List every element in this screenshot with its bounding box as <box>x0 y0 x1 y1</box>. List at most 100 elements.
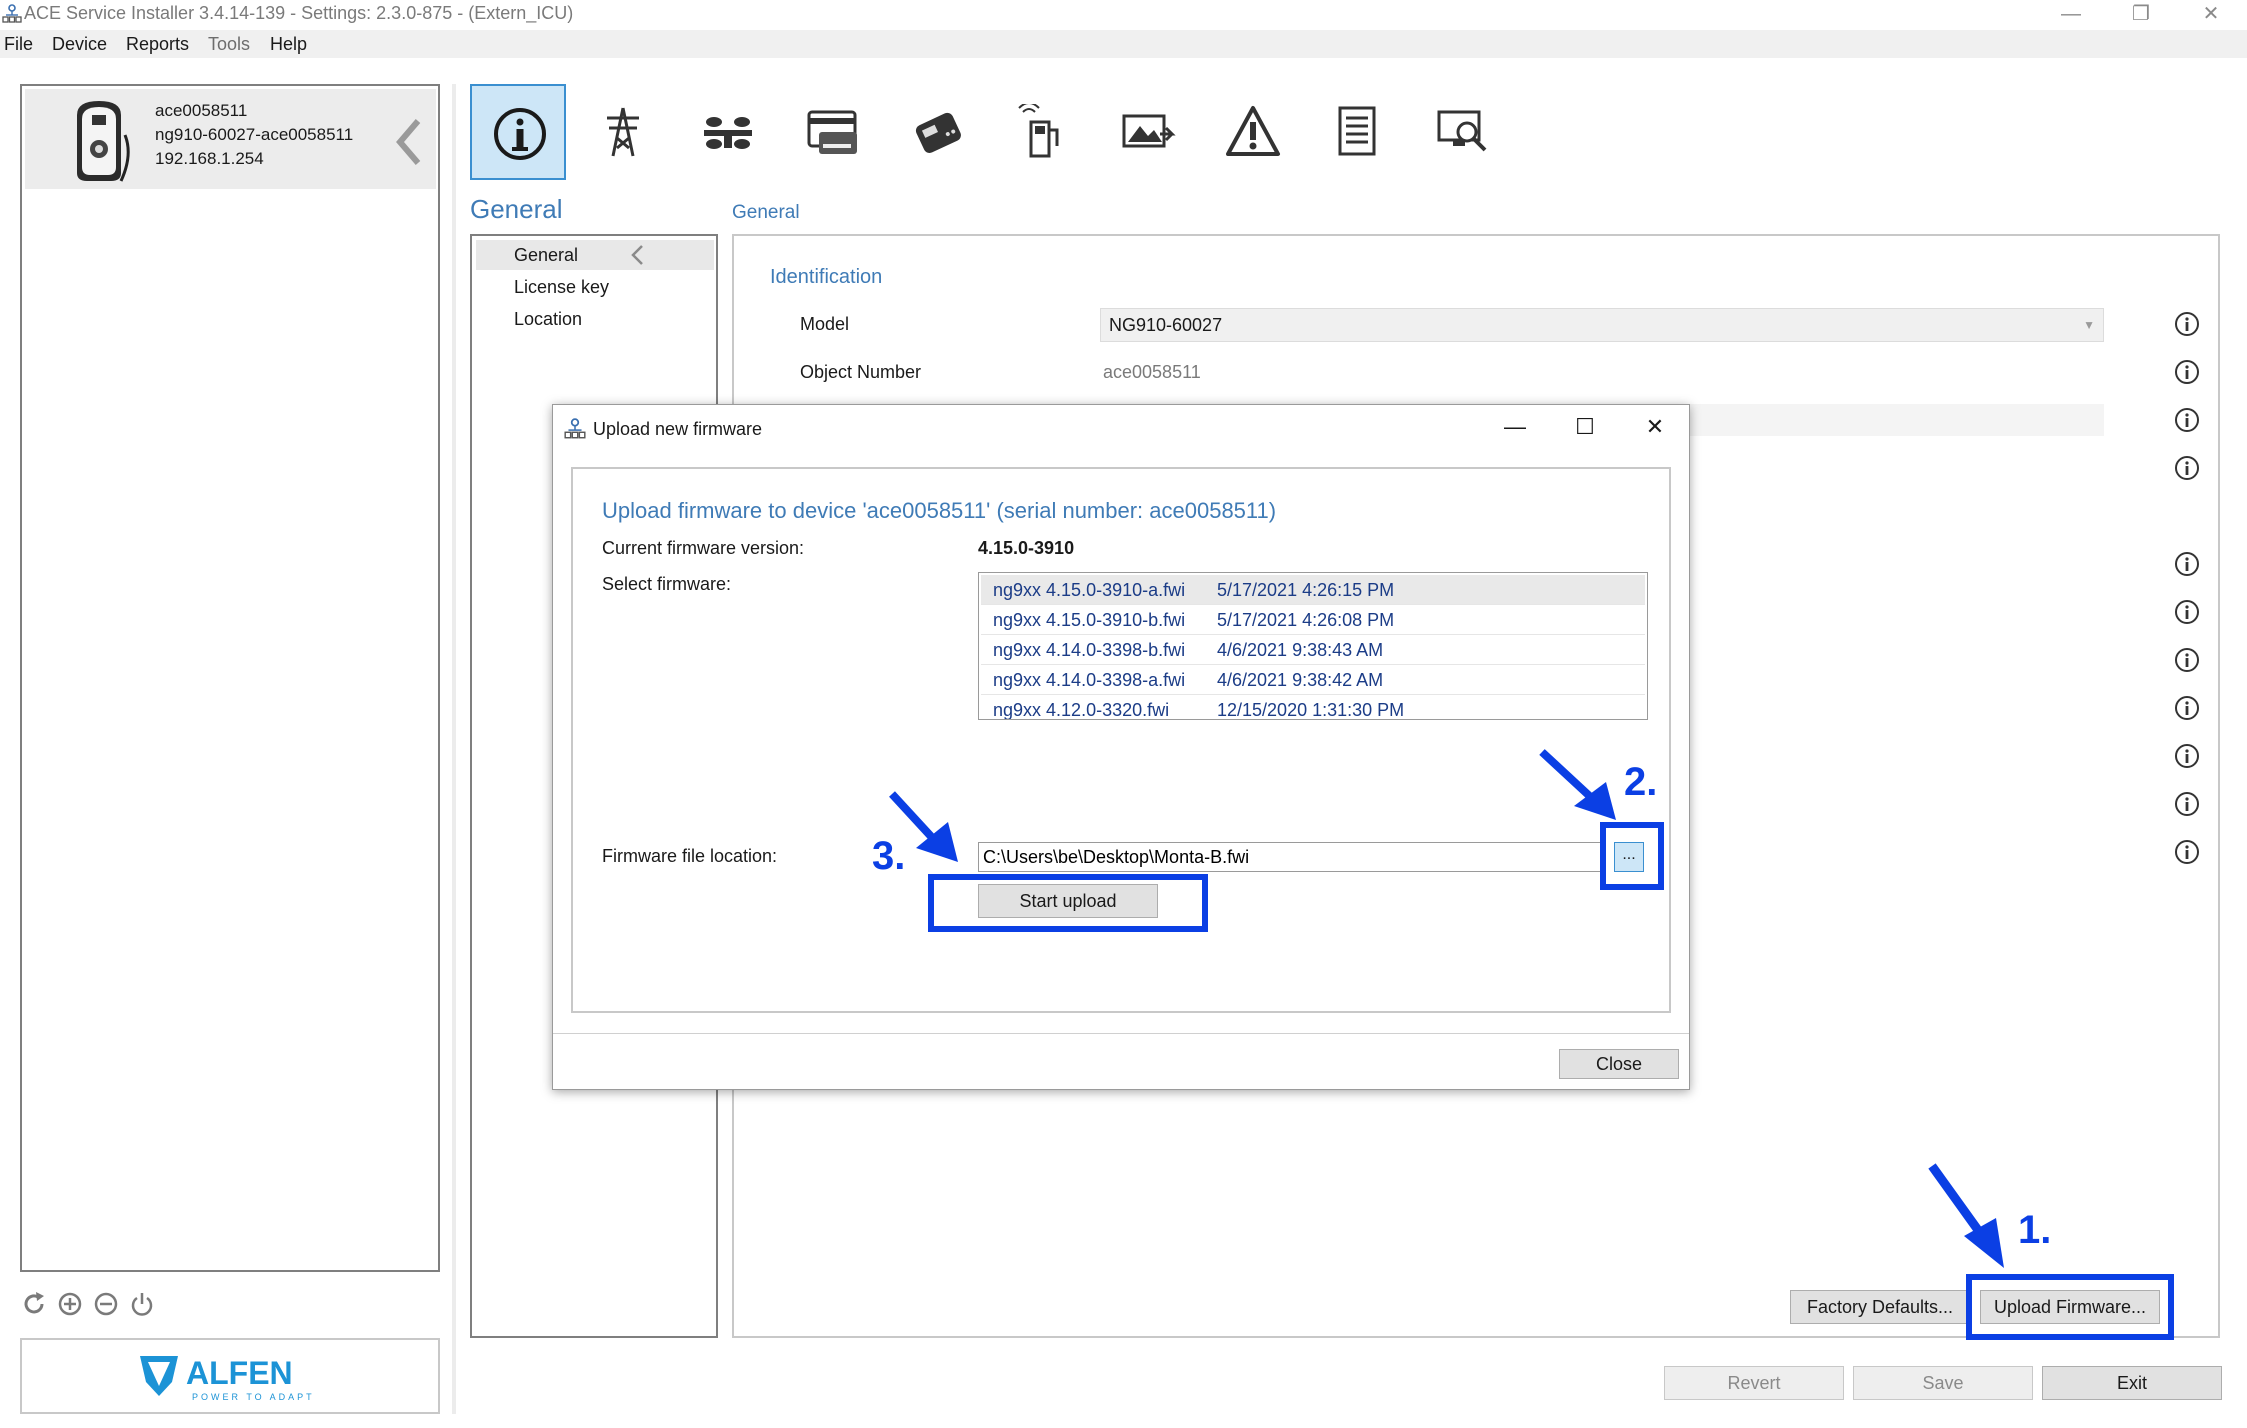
chevron-down-icon: ▼ <box>2083 318 2095 332</box>
tab-display[interactable] <box>1100 84 1196 180</box>
dialog-title: Upload new firmware <box>593 419 763 439</box>
card-reader-icon <box>915 112 961 153</box>
firmware-file-name: ng9xx 4.12.0-3320.fwi <box>993 700 1170 720</box>
firmware-list-item[interactable]: ng9xx 4.15.0-3910-b.fwi 5/17/2021 4:26:0… <box>981 605 1645 635</box>
payment-card-icon <box>807 110 857 154</box>
save-button[interactable]: Save <box>1853 1366 2033 1400</box>
dialog-heading: Upload firmware to device 'ace0058511' (… <box>602 498 1277 523</box>
revert-button[interactable]: Revert <box>1664 1366 1844 1400</box>
tab-general-info[interactable] <box>470 84 566 180</box>
tab-logs[interactable] <box>1310 84 1406 180</box>
panel-splitter[interactable] <box>452 84 456 1414</box>
nav-item-license-key[interactable]: License key <box>476 272 714 302</box>
diagnostics-icon <box>1437 110 1487 152</box>
object-number-value: ace0058511 <box>1103 362 1201 382</box>
collapse-panel-chevron-icon[interactable] <box>390 117 430 167</box>
firmware-file-date: 4/6/2021 9:38:42 AM <box>1217 670 1384 690</box>
firmware-location-input[interactable] <box>978 842 1604 872</box>
menu-file[interactable]: File <box>4 34 33 55</box>
document-icon <box>1338 106 1376 156</box>
info-icon <box>494 108 546 160</box>
field-info-icon[interactable] <box>2174 551 2200 577</box>
section-title: General <box>470 194 563 224</box>
device-id: ace0058511 <box>155 101 248 120</box>
field-info-icon[interactable] <box>2174 791 2200 817</box>
field-info-icon[interactable] <box>2174 455 2200 481</box>
menu-reports[interactable]: Reports <box>126 34 189 55</box>
dialog-minimize-button[interactable]: — <box>1495 413 1535 443</box>
window-close-button[interactable]: ✕ <box>2176 0 2246 30</box>
field-info-icon[interactable] <box>2174 839 2200 865</box>
field-info-icon[interactable] <box>2174 695 2200 721</box>
refresh-icon[interactable] <box>20 1290 48 1318</box>
firmware-list-item[interactable]: ng9xx 4.12.0-3320.fwi 12/15/2020 1:31:30… <box>981 695 1645 720</box>
dialog-maximize-button[interactable]: ☐ <box>1565 413 1605 443</box>
field-info-icon[interactable] <box>2174 647 2200 673</box>
tab-connectivity[interactable] <box>995 84 1091 180</box>
nav-item-location[interactable]: Location <box>476 304 714 334</box>
field-info-icon[interactable] <box>2174 311 2200 337</box>
exit-button[interactable]: Exit <box>2042 1366 2222 1400</box>
minimize-button[interactable]: — <box>2036 0 2106 30</box>
menu-tools[interactable]: Tools <box>208 34 250 55</box>
current-firmware-value: 4.15.0-3910 <box>978 538 1075 558</box>
content-header: General <box>732 202 800 223</box>
tab-payment[interactable] <box>785 84 881 180</box>
dialog-close-button[interactable]: Close <box>1559 1049 1679 1079</box>
select-firmware-label: Select firmware: <box>602 574 732 594</box>
object-number-label: Object Number <box>800 362 922 382</box>
firmware-file-name: ng9xx 4.14.0-3398-a.fwi <box>993 670 1186 690</box>
firmware-file-name: ng9xx 4.15.0-3910-a.fwi <box>993 580 1186 600</box>
app-network-icon <box>2 4 22 23</box>
menu-help[interactable]: Help <box>270 34 307 55</box>
window-titlebar: ACE Service Installer 3.4.14-139 - Setti… <box>0 0 2247 30</box>
nav-item-general[interactable]: General <box>476 240 714 270</box>
model-select[interactable]: NG910-60027 ▼ <box>1100 308 2104 342</box>
firmware-file-date: 4/6/2021 9:38:43 AM <box>1217 640 1384 660</box>
step2-label: 2. <box>1624 760 1658 804</box>
tab-alerts[interactable] <box>1205 84 1301 180</box>
device-model-serial: ng910-60027-ace0058511 <box>155 125 354 144</box>
menu-device[interactable]: Device <box>52 34 107 55</box>
field-info-icon[interactable] <box>2174 359 2200 385</box>
svg-text:ALFEN: ALFEN <box>186 1355 293 1391</box>
firmware-file-date: 5/17/2021 4:26:15 PM <box>1217 580 1395 600</box>
charger-device-icon <box>77 101 130 182</box>
firmware-list-item[interactable]: ng9xx 4.14.0-3398-b.fwi 4/6/2021 9:38:43… <box>981 635 1645 665</box>
firmware-list-item[interactable]: ng9xx 4.14.0-3398-a.fwi 4/6/2021 9:38:42… <box>981 665 1645 695</box>
firmware-list[interactable]: ng9xx 4.15.0-3910-a.fwi 5/17/2021 4:26:1… <box>978 572 1648 720</box>
model-value: NG910-60027 <box>1109 315 1223 335</box>
device-list-panel: ace0058511 ng910-60027-ace0058511 192.16… <box>20 84 440 1272</box>
firmware-location-label: Firmware file location: <box>602 846 778 866</box>
dialog-close-x-button[interactable]: ✕ <box>1635 413 1675 443</box>
tab-power-grid[interactable] <box>575 84 671 180</box>
field-info-icon[interactable] <box>2174 599 2200 625</box>
step2-arrow <box>1539 749 1616 820</box>
device-card[interactable]: ace0058511 ng910-60027-ace0058511 192.16… <box>25 89 436 189</box>
alfen-logo-box: ALFEN POWER TO ADAPT <box>20 1338 440 1414</box>
tab-card-reader[interactable] <box>890 84 986 180</box>
step3-highlight-box <box>928 874 1208 932</box>
current-firmware-label: Current firmware version: <box>602 538 805 558</box>
menu-bar: File Device Reports Tools Help <box>0 30 2247 58</box>
alfen-logo: ALFEN POWER TO ADAPT <box>140 1355 312 1402</box>
nav-item-label: General <box>514 245 579 265</box>
power-pylon-icon <box>607 107 639 157</box>
remove-circle-icon[interactable] <box>92 1290 120 1318</box>
firmware-file-date: 12/15/2020 1:31:30 PM <box>1217 700 1405 720</box>
firmware-list-item[interactable]: ng9xx 4.15.0-3910-a.fwi 5/17/2021 4:26:1… <box>981 575 1645 605</box>
tab-diagnostics[interactable] <box>1415 84 1511 180</box>
step1-label: 1. <box>2018 1208 2052 1252</box>
field-info-icon[interactable] <box>2174 743 2200 769</box>
group-title-identification: Identification <box>770 266 883 288</box>
firmware-file-date: 5/17/2021 4:26:08 PM <box>1217 610 1395 630</box>
add-circle-icon[interactable] <box>56 1290 84 1318</box>
field-info-icon[interactable] <box>2174 407 2200 433</box>
restore-button[interactable]: ❐ <box>2106 0 2176 30</box>
power-icon[interactable] <box>128 1290 156 1318</box>
device-tools-bar <box>20 1290 220 1318</box>
charging-station-icon <box>1018 104 1059 158</box>
tab-load-balancing[interactable] <box>680 84 776 180</box>
factory-defaults-button[interactable]: Factory Defaults... <box>1790 1290 1970 1324</box>
app-network-icon <box>564 418 586 439</box>
